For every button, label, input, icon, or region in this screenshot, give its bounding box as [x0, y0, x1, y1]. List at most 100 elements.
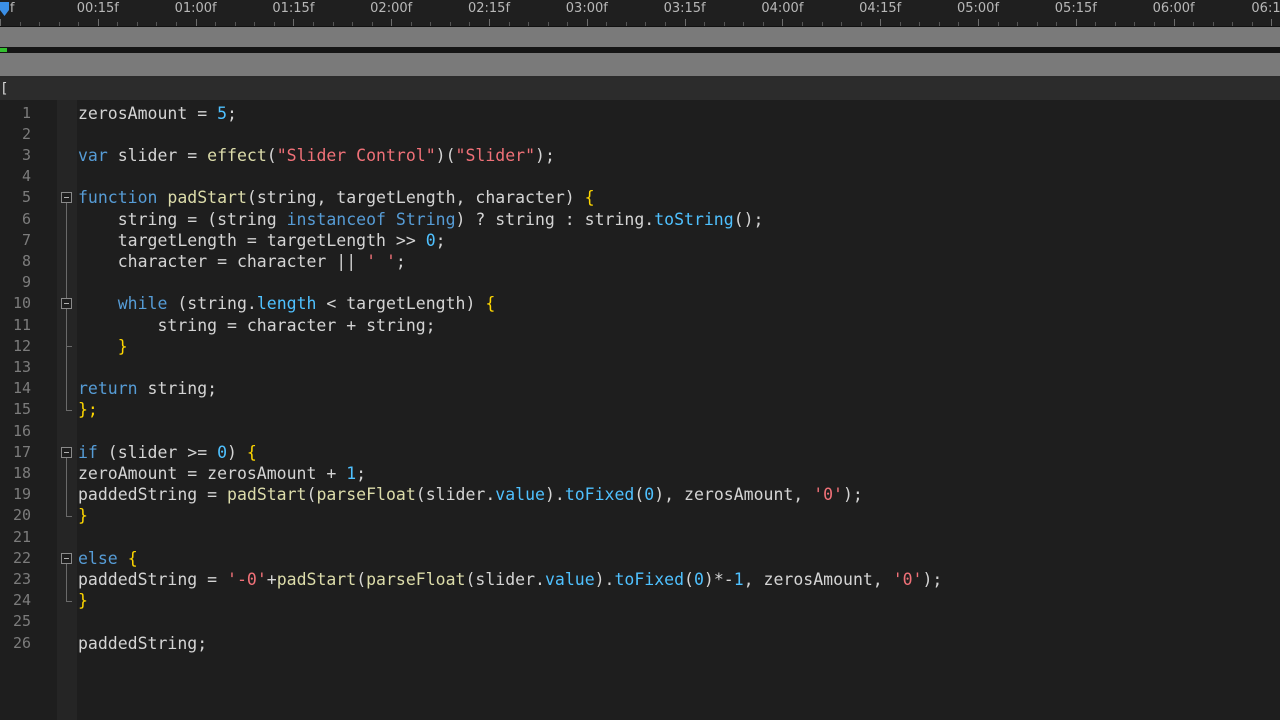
line-number: 19: [12, 485, 31, 504]
fold-toggle-icon[interactable]: [61, 192, 72, 204]
code-token: (: [356, 569, 367, 589]
code-token: {: [485, 294, 496, 314]
line-number: 14: [12, 379, 31, 398]
ruler-minor-tick: [1154, 22, 1156, 26]
line-number: 17: [12, 442, 31, 461]
code-token: );: [922, 569, 943, 589]
fold-toggle-icon[interactable]: [61, 446, 72, 458]
line-number: 12: [12, 336, 31, 355]
ruler-major-tick: [586, 19, 588, 26]
code-line[interactable]: if (slider >= 0) {: [78, 442, 257, 463]
fold-range-line: [66, 563, 67, 601]
code-token: value: [495, 485, 545, 505]
fold-range-end: [66, 515, 72, 517]
code-line[interactable]: }: [78, 336, 128, 357]
code-line[interactable]: string = (string instanceof String) ? st…: [78, 209, 764, 230]
ruler-minor-tick: [254, 22, 256, 26]
code-line[interactable]: targetLength = targetLength >> 0;: [78, 230, 446, 251]
code-token: ' ': [366, 251, 396, 271]
code-token: padStart: [276, 569, 357, 589]
line-number: 15: [12, 400, 31, 419]
code-token: 0: [217, 442, 228, 462]
code-token: '0': [892, 569, 923, 589]
ruler-tick-label: 06:00f: [1152, 1, 1195, 16]
code-token: 0: [425, 230, 436, 250]
ruler-major-tick: [782, 19, 784, 26]
ruler-minor-tick: [1212, 22, 1214, 26]
code-line[interactable]: while (string.length < targetLength) {: [78, 293, 496, 314]
ruler-minor-tick: [606, 22, 608, 26]
line-number: 18: [12, 463, 31, 482]
work-area-start-marker[interactable]: [0, 48, 7, 52]
line-number: 26: [12, 633, 31, 652]
code-line[interactable]: paddedString = '-0'+padStart(parseFloat(…: [78, 569, 942, 590]
code-line[interactable]: string = character + string;: [78, 315, 436, 336]
ruler-minor-tick: [156, 22, 158, 26]
code-line[interactable]: else {: [78, 548, 138, 569]
line-number: 8: [21, 251, 31, 270]
fold-toggle-icon[interactable]: [61, 298, 72, 310]
ruler-minor-tick: [117, 22, 119, 26]
code-line[interactable]: character = character || ' ';: [78, 251, 406, 272]
ruler-minor-tick: [136, 22, 138, 26]
code-token: {: [584, 188, 595, 208]
fold-toggle-icon[interactable]: [61, 552, 72, 564]
code-token: ): [227, 442, 247, 462]
code-line[interactable]: }: [78, 505, 88, 526]
property-track-bar[interactable]: [0, 53, 1280, 76]
line-number: 20: [12, 506, 31, 525]
ruler-minor-tick: [1036, 22, 1038, 26]
code-token: }: [78, 591, 88, 611]
code-line[interactable]: var slider = effect("Slider Control")("S…: [78, 145, 555, 166]
code-line[interactable]: };: [78, 399, 98, 420]
ruler-minor-tick: [449, 22, 451, 26]
ruler-major-tick: [880, 19, 882, 26]
code-line[interactable]: zerosAmount = 5;: [78, 103, 237, 124]
code-line[interactable]: function padStart(string, targetLength, …: [78, 187, 595, 208]
code-token: string = character + string;: [78, 315, 436, 335]
ruler-minor-tick: [410, 22, 412, 26]
ruler-minor-tick: [1251, 22, 1253, 26]
code-token: toFixed: [614, 569, 685, 589]
code-line[interactable]: zeroAmount = zerosAmount + 1;: [78, 463, 366, 484]
ruler-tick-label: 01:00f: [174, 1, 217, 16]
ruler-minor-tick: [19, 22, 21, 26]
code-token: , zerosAmount,: [743, 569, 893, 589]
line-number: 11: [12, 315, 31, 334]
code-line[interactable]: paddedString;: [78, 633, 207, 654]
code-token: +: [266, 569, 277, 589]
ruler-minor-tick: [371, 22, 373, 26]
code-token: if: [78, 442, 98, 462]
line-number: 2: [21, 124, 31, 143]
ruler-minor-tick: [234, 22, 236, 26]
layer-track-bar[interactable]: [0, 27, 1280, 47]
code-token: (: [306, 485, 317, 505]
expression-editor[interactable]: 1 zerosAmount = 5; 2 3 var slider = effect("…: [0, 100, 1280, 720]
code-line[interactable]: }: [78, 590, 88, 611]
code-token: 1: [733, 569, 744, 589]
ruler-minor-tick: [665, 22, 667, 26]
code-token: '-0': [227, 569, 267, 589]
code-line[interactable]: return string;: [78, 378, 217, 399]
expression-editor-header: [0, 78, 1280, 100]
line-number: 3: [21, 145, 31, 164]
code-token: 1: [346, 463, 357, 483]
ruler-minor-tick: [528, 22, 530, 26]
code-token: )*-: [703, 569, 734, 589]
ruler-minor-tick: [567, 22, 569, 26]
ruler-minor-tick: [547, 22, 549, 26]
editor-resize-handle[interactable]: [: [0, 81, 8, 97]
line-number: 6: [21, 209, 31, 228]
timeline-ruler[interactable]: 0f00:15f01:00f01:15f02:00f02:15f03:00f03…: [0, 0, 1280, 27]
code-token: (: [266, 145, 277, 165]
ruler-minor-tick: [215, 22, 217, 26]
code-line[interactable]: paddedString = padStart(parseFloat(slide…: [78, 484, 863, 505]
playhead-icon[interactable]: [0, 2, 9, 20]
code-token: (: [684, 569, 694, 589]
ruler-minor-tick: [860, 22, 862, 26]
ruler-minor-tick: [938, 22, 940, 26]
ruler-tick-label: 00:15f: [76, 1, 119, 16]
ruler-major-tick: [489, 19, 490, 26]
ruler-minor-tick: [1134, 22, 1136, 26]
